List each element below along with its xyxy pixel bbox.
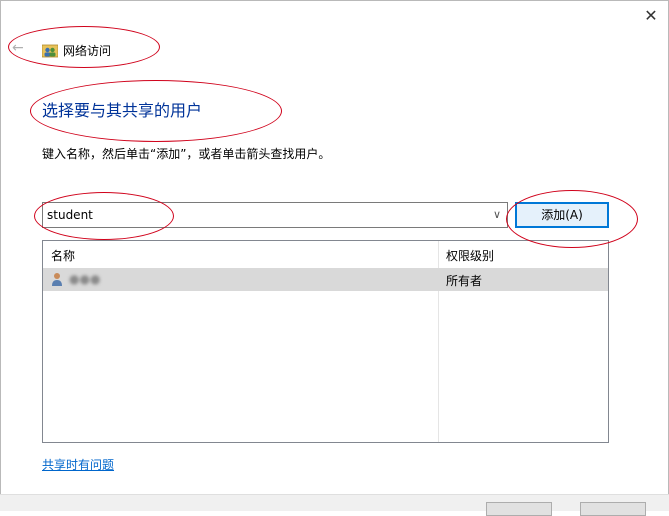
permission-cell[interactable]: 所有者 — [446, 272, 482, 289]
wizard-title: 网络访问 — [63, 44, 112, 58]
close-icon[interactable]: ✕ — [639, 4, 663, 28]
network-users-icon — [42, 44, 58, 58]
instructions-text: 键入名称，然后单击“添加”，或者单击箭头查找用户。 — [42, 147, 331, 161]
user-name-combobox[interactable]: ∨ — [42, 202, 508, 228]
sharing-help-link[interactable]: 共享时有问题 — [42, 456, 114, 473]
back-arrow-icon[interactable]: ← — [12, 40, 24, 56]
table-row[interactable]: ●●● 所有者 — [43, 268, 608, 291]
share-button[interactable] — [486, 502, 552, 516]
chevron-down-icon[interactable]: ∨ — [493, 208, 501, 221]
column-header-permission[interactable]: 权限级别 — [446, 247, 494, 264]
footer-bar — [0, 494, 669, 511]
column-header-name[interactable]: 名称 — [51, 247, 75, 264]
user-name-input[interactable] — [43, 203, 487, 227]
user-name-cell: ●●● — [69, 272, 101, 286]
add-button[interactable]: 添加(A) — [515, 202, 609, 228]
user-icon — [52, 273, 62, 286]
cancel-button[interactable] — [580, 502, 646, 516]
page-title: 选择要与其共享的用户 — [42, 101, 203, 120]
table-header: 名称 权限级别 — [43, 241, 608, 267]
users-table: 名称 权限级别 ●●● 所有者 — [42, 240, 609, 443]
